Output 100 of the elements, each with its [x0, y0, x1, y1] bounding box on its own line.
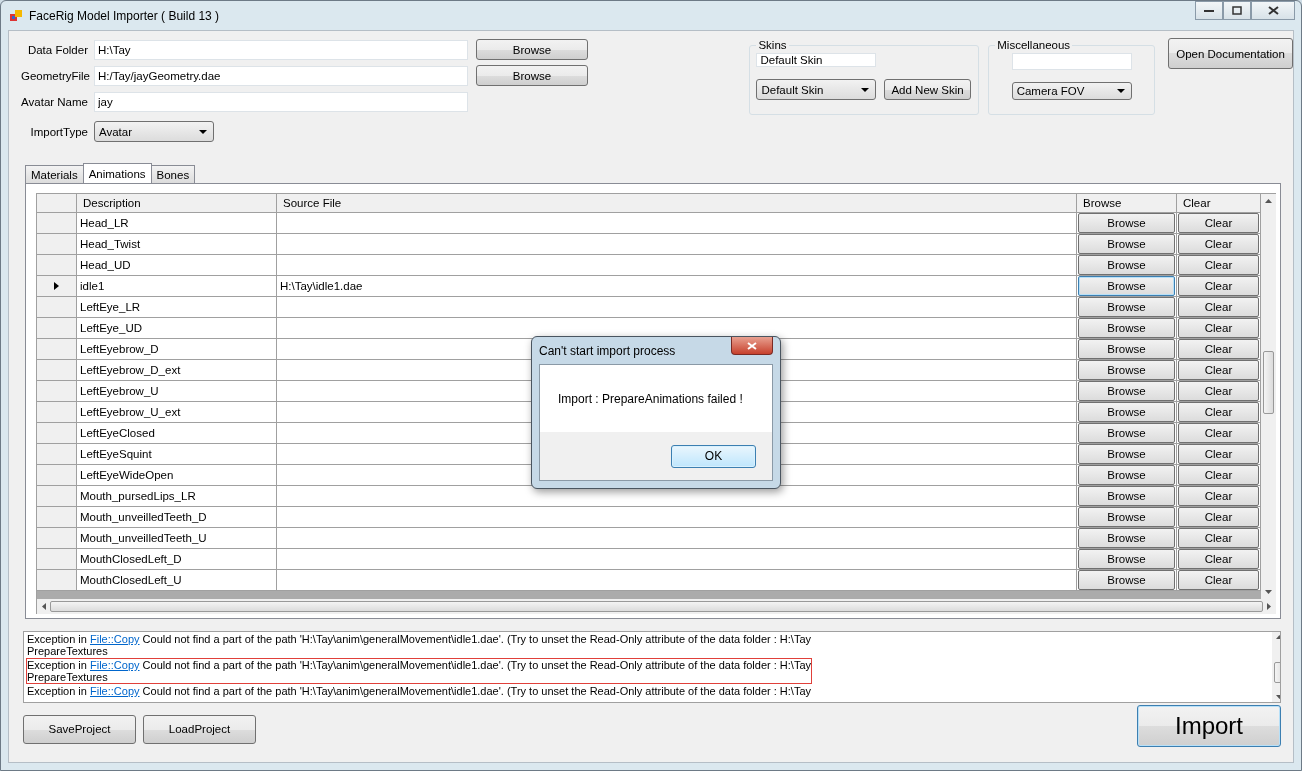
open-documentation-button[interactable]: Open Documentation: [1168, 38, 1293, 69]
browse-button[interactable]: Browse: [1078, 255, 1175, 275]
table-cell: Mouth_unveilledTeeth_D: [77, 507, 277, 528]
clear-button[interactable]: Clear: [1178, 276, 1259, 296]
browse-button[interactable]: Browse: [1078, 486, 1175, 506]
camera-dropdown[interactable]: Camera FOV: [1011, 82, 1132, 100]
file-copy-link[interactable]: File::Copy: [90, 659, 140, 671]
file-copy-link[interactable]: File::Copy: [90, 685, 140, 697]
clear-button[interactable]: Clear: [1178, 234, 1259, 254]
ok-button[interactable]: OK: [671, 444, 756, 468]
browse-button[interactable]: Browse: [1078, 381, 1175, 401]
clear-button[interactable]: Clear: [1178, 255, 1259, 275]
text-field[interactable]: jay: [94, 91, 468, 112]
maximize-button[interactable]: [1223, 1, 1251, 20]
browse-button[interactable]: Browse: [1078, 297, 1175, 317]
table-cell: LeftEye_UD: [77, 318, 277, 339]
clear-button[interactable]: Clear: [1178, 339, 1259, 359]
browse-button[interactable]: Browse: [1078, 423, 1175, 443]
table-cell: Mouth_unveilledTeeth_U: [77, 528, 277, 549]
clear-button[interactable]: Clear: [1178, 297, 1259, 317]
log-entry[interactable]: Exception in File::Copy Could not find a part of the path 'H:\Tay\anim\generalMovement\idle1.dae'. (Try to unset the Read-Only attribute of the data folder : H:\Tay PrepareTextures: [26, 632, 812, 658]
table-cell: MouthClosedLeft_D: [77, 549, 277, 570]
close-button[interactable]: [731, 337, 773, 355]
group-title: Miscellaneous: [996, 39, 1072, 51]
clear-button[interactable]: Clear: [1178, 444, 1259, 464]
browse-button[interactable]: Browse: [1078, 528, 1175, 548]
column-header: Clear: [1177, 194, 1261, 213]
tab[interactable]: Animations: [82, 163, 152, 183]
log-line[interactable]: Exception in File::Copy Could not find a part of the path 'H:\Tay\anim\generalMovement\idle1.dae'. (Try to unset the Read-Only attribute of the data folder : H:\Tay: [26, 684, 812, 698]
browse-button[interactable]: Browse: [1078, 444, 1175, 464]
clear-button[interactable]: Clear: [1178, 549, 1259, 569]
row-header[interactable]: [37, 276, 77, 297]
file-copy-link[interactable]: File::Copy: [90, 633, 140, 645]
clear-button[interactable]: Clear: [1178, 381, 1259, 401]
table-cell: MouthClosedLeft_U: [77, 570, 277, 591]
browse-button[interactable]: Browse: [1078, 570, 1175, 590]
vertical-scrollbar[interactable]: [1261, 194, 1276, 599]
skin-name-field[interactable]: Default Skin: [756, 53, 877, 67]
group-title: Skins: [757, 39, 788, 51]
minimize-button[interactable]: [1195, 1, 1223, 20]
text-field[interactable]: H:\Tay: [94, 39, 468, 60]
save-project-button[interactable]: SaveProject: [23, 714, 136, 744]
table-cell: LeftEyeSquint: [77, 444, 277, 465]
browse-button[interactable]: Browse: [476, 65, 588, 86]
scroll-thumb[interactable]: [1263, 351, 1274, 414]
scroll-right-icon: [1267, 603, 1271, 610]
field-label: GeometryFile: [21, 69, 88, 82]
text-field[interactable]: [1011, 53, 1132, 71]
clear-button[interactable]: Clear: [1178, 360, 1259, 380]
clear-button[interactable]: Clear: [1178, 423, 1259, 443]
column-header: Browse: [1077, 194, 1177, 213]
import-button[interactable]: Import: [1137, 705, 1281, 747]
browse-button[interactable]: Browse: [1078, 276, 1175, 296]
horizontal-scrollbar[interactable]: [36, 599, 1276, 614]
field-label: ImportType: [29, 125, 88, 138]
log-entry[interactable]: Exception in File::Copy Could not find a part of the path 'H:\Tay\anim\generalMovement\idle1.dae'. (Try to unset the Read-Only attribute of the data folder : H:\Tay PrepareTextures: [26, 658, 812, 684]
browse-button[interactable]: Browse: [1078, 549, 1175, 569]
table-cell: LeftEyebrow_U_ext: [77, 402, 277, 423]
close-icon: [747, 341, 757, 350]
browse-button[interactable]: Browse: [1078, 318, 1175, 338]
text-field[interactable]: H:/Tay/jayGeometry.dae: [94, 65, 468, 86]
column-header: Source File: [277, 194, 1077, 213]
skin-dropdown[interactable]: Default Skin: [756, 79, 877, 100]
clear-button[interactable]: Clear: [1178, 213, 1259, 233]
dialog-title: Can't start import process: [539, 343, 676, 358]
add-skin-button[interactable]: Add New Skin: [884, 79, 971, 100]
table-cell: LeftEyeWideOpen: [77, 465, 277, 486]
browse-button[interactable]: Browse: [1078, 507, 1175, 527]
table-cell: H:\Tay\idle1.dae: [277, 276, 1077, 297]
tab[interactable]: Materials: [25, 165, 84, 183]
browse-button[interactable]: Browse: [1078, 339, 1175, 359]
load-project-button[interactable]: LoadProject: [143, 714, 256, 744]
clear-button[interactable]: Clear: [1178, 570, 1259, 590]
table-cell: Head_LR: [77, 213, 277, 234]
scroll-left-icon: [42, 603, 46, 610]
scroll-down-icon: [1265, 590, 1272, 594]
import-type-dropdown[interactable]: Avatar: [94, 121, 214, 142]
close-icon: [1267, 6, 1279, 15]
clear-button[interactable]: Clear: [1178, 486, 1259, 506]
scroll-up-icon: [1265, 199, 1272, 203]
clear-button[interactable]: Clear: [1178, 507, 1259, 527]
browse-button[interactable]: Browse: [476, 39, 588, 60]
browse-button[interactable]: Browse: [1078, 402, 1175, 422]
window-title: FaceRig Model Importer ( Build 13 ): [29, 8, 220, 23]
close-button[interactable]: [1251, 1, 1295, 20]
clear-button[interactable]: Clear: [1178, 402, 1259, 422]
scroll-thumb[interactable]: [50, 601, 1263, 612]
dropdown-arrow-icon: [199, 129, 207, 134]
tab[interactable]: Bones: [150, 165, 196, 183]
clear-button[interactable]: Clear: [1178, 465, 1259, 485]
log-line: Exception in File::Copy Could not find a part of the path 'H:\Tay\anim\generalMovement\idle1.dae'. (Try to unset the Read-Only attribute of the data folder : H:\Tay: [27, 633, 811, 645]
column-header: Description: [77, 194, 277, 213]
clear-button[interactable]: Clear: [1178, 318, 1259, 338]
clear-button[interactable]: Clear: [1178, 528, 1259, 548]
browse-button[interactable]: Browse: [1078, 465, 1175, 485]
browse-button[interactable]: Browse: [1078, 360, 1175, 380]
browse-button[interactable]: Browse: [1078, 213, 1175, 233]
field-label: Data Folder: [26, 43, 88, 56]
table-cell: LeftEye_LR: [77, 297, 277, 318]
browse-button[interactable]: Browse: [1078, 234, 1175, 254]
